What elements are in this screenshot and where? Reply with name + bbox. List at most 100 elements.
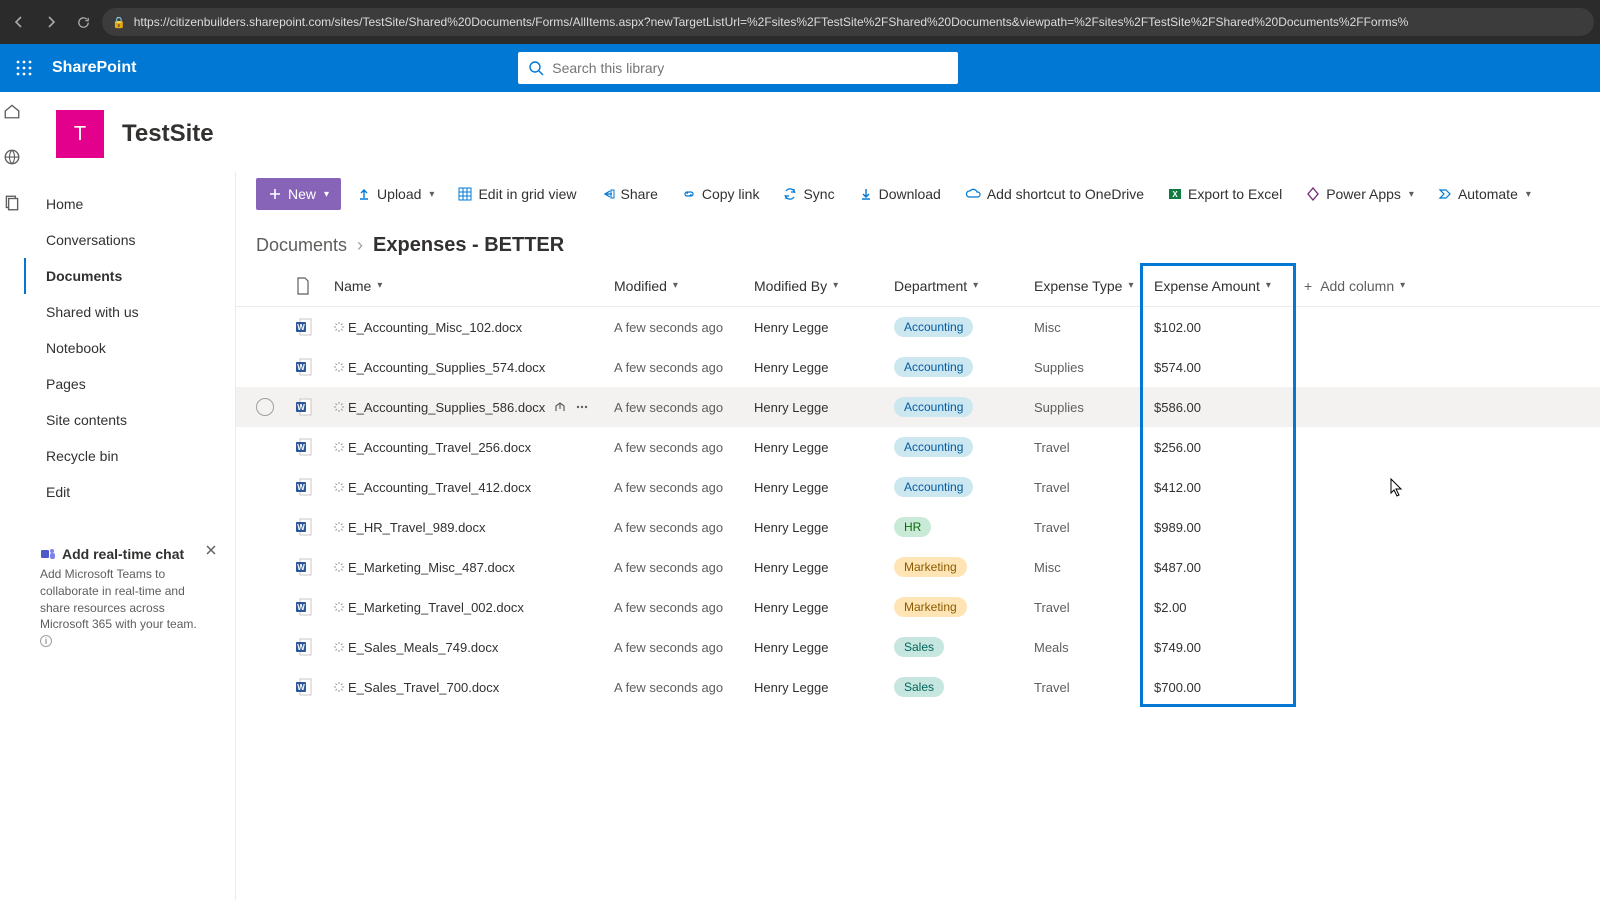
- site-name[interactable]: TestSite: [122, 120, 214, 148]
- table-row[interactable]: WE_HR_Travel_989.docxA few seconds agoHe…: [236, 507, 1600, 547]
- power-apps-button[interactable]: Power Apps ▾: [1298, 178, 1422, 210]
- download-button[interactable]: Download: [851, 178, 949, 210]
- cell-department: Accounting: [894, 357, 1034, 377]
- cell-modified-by[interactable]: Henry Legge: [754, 440, 894, 455]
- copy-link-button[interactable]: Copy link: [674, 178, 768, 210]
- file-name[interactable]: E_Accounting_Travel_412.docx: [348, 480, 531, 495]
- table-header: Name▾ Modified▾ Modified By▾ Department▾…: [236, 265, 1600, 307]
- chevron-down-icon: ▾: [377, 280, 382, 291]
- cell-department: Sales: [894, 637, 1034, 657]
- file-name[interactable]: E_Marketing_Travel_002.docx: [348, 600, 524, 615]
- nav-item-pages[interactable]: Pages: [24, 366, 235, 402]
- table-row[interactable]: WE_Sales_Meals_749.docxA few seconds ago…: [236, 627, 1600, 667]
- cell-modified: A few seconds ago: [614, 680, 754, 695]
- table-row[interactable]: WE_Accounting_Travel_256.docxA few secon…: [236, 427, 1600, 467]
- app-launcher-button[interactable]: [0, 44, 48, 92]
- file-name[interactable]: E_Accounting_Supplies_574.docx: [348, 360, 545, 375]
- edit-grid-button[interactable]: Edit in grid view: [450, 178, 584, 210]
- nav-item-conversations[interactable]: Conversations: [24, 222, 235, 258]
- column-expense-amount[interactable]: Expense Amount▾: [1154, 278, 1304, 294]
- new-button[interactable]: New ▾: [256, 178, 341, 210]
- cell-modified: A few seconds ago: [614, 360, 754, 375]
- chevron-down-icon: ▾: [1409, 189, 1414, 200]
- breadcrumb-root[interactable]: Documents: [256, 235, 347, 256]
- cell-modified-by[interactable]: Henry Legge: [754, 480, 894, 495]
- cell-expense-type: Supplies: [1034, 360, 1154, 375]
- browser-toolbar: 🔒 https://citizenbuilders.sharepoint.com…: [0, 0, 1600, 44]
- cell-expense-amount: $700.00: [1154, 680, 1304, 695]
- automate-button[interactable]: Automate ▾: [1430, 178, 1539, 210]
- search-box[interactable]: [518, 52, 958, 84]
- nav-item-shared-with-us[interactable]: Shared with us: [24, 294, 235, 330]
- browser-back-button[interactable]: [6, 9, 32, 35]
- link-icon: [682, 187, 696, 201]
- table-row[interactable]: WE_Accounting_Supplies_586.docxA few sec…: [236, 387, 1600, 427]
- file-name[interactable]: E_Accounting_Misc_102.docx: [348, 320, 522, 335]
- file-name[interactable]: E_Sales_Travel_700.docx: [348, 680, 499, 695]
- table-row[interactable]: W E_Sales_Travel_700.docx A few seconds ag…: [236, 667, 1600, 707]
- svg-text:W: W: [297, 563, 305, 572]
- table-row[interactable]: WE_Marketing_Misc_487.docxA few seconds …: [236, 547, 1600, 587]
- nav-item-recycle-bin[interactable]: Recycle bin: [24, 438, 235, 474]
- info-icon[interactable]: i: [40, 635, 52, 647]
- nav-item-documents[interactable]: Documents: [24, 258, 235, 294]
- close-icon[interactable]: [201, 540, 221, 560]
- cell-modified-by[interactable]: Henry Legge: [754, 680, 894, 695]
- column-expense-type[interactable]: Expense Type▾: [1034, 278, 1154, 294]
- column-modified[interactable]: Modified▾: [614, 278, 754, 294]
- export-excel-button[interactable]: X Export to Excel: [1160, 178, 1290, 210]
- column-name[interactable]: Name▾: [334, 278, 614, 294]
- add-column-button[interactable]: +Add column▾: [1304, 278, 1424, 294]
- browser-forward-button[interactable]: [38, 9, 64, 35]
- file-name[interactable]: E_Marketing_Misc_487.docx: [348, 560, 515, 575]
- globe-icon[interactable]: [3, 148, 21, 166]
- global-rail: [0, 92, 24, 900]
- cell-modified-by[interactable]: Henry Legge: [754, 560, 894, 575]
- table-row[interactable]: WE_Accounting_Supplies_574.docxA few sec…: [236, 347, 1600, 387]
- nav-item-edit[interactable]: Edit: [24, 474, 235, 510]
- cell-modified-by[interactable]: Henry Legge: [754, 320, 894, 335]
- column-modified-by[interactable]: Modified By▾: [754, 278, 894, 294]
- search-input[interactable]: [552, 60, 948, 76]
- table-row[interactable]: WE_Marketing_Travel_002.docxA few second…: [236, 587, 1600, 627]
- cell-modified: A few seconds ago: [614, 480, 754, 495]
- cell-modified-by[interactable]: Henry Legge: [754, 520, 894, 535]
- file-type-icon: W: [296, 598, 334, 616]
- browser-reload-button[interactable]: [70, 9, 96, 35]
- cell-modified-by[interactable]: Henry Legge: [754, 400, 894, 415]
- column-department[interactable]: Department▾: [894, 278, 1034, 294]
- cell-expense-type: Travel: [1034, 600, 1154, 615]
- suite-product-name[interactable]: SharePoint: [48, 59, 136, 77]
- nav-item-site-contents[interactable]: Site contents: [24, 402, 235, 438]
- cell-modified-by[interactable]: Henry Legge: [754, 360, 894, 375]
- file-name[interactable]: E_Sales_Meals_749.docx: [348, 640, 498, 655]
- sync-button[interactable]: Sync: [775, 178, 842, 210]
- home-icon[interactable]: [3, 102, 21, 120]
- cell-expense-amount: $574.00: [1154, 360, 1304, 375]
- table-row[interactable]: WE_Accounting_Misc_102.docxA few seconds…: [236, 307, 1600, 347]
- file-type-icon: W: [296, 518, 334, 536]
- cell-modified-by[interactable]: Henry Legge: [754, 640, 894, 655]
- share-button[interactable]: Share: [593, 178, 666, 210]
- cell-department: Accounting: [894, 437, 1034, 457]
- browser-url-bar[interactable]: 🔒 https://citizenbuilders.sharepoint.com…: [102, 8, 1594, 36]
- chevron-down-icon: ▾: [973, 280, 978, 291]
- row-select[interactable]: [256, 398, 274, 416]
- column-type[interactable]: [296, 277, 334, 295]
- nav-item-notebook[interactable]: Notebook: [24, 330, 235, 366]
- file-name[interactable]: E_HR_Travel_989.docx: [348, 520, 486, 535]
- file-type-icon: W: [296, 558, 334, 576]
- files-icon[interactable]: [3, 194, 21, 212]
- nav-item-home[interactable]: Home: [24, 186, 235, 222]
- add-shortcut-button[interactable]: Add shortcut to OneDrive: [957, 178, 1152, 210]
- share-icon[interactable]: [553, 400, 567, 414]
- file-name[interactable]: E_Accounting_Supplies_586.docx: [348, 400, 545, 415]
- site-logo[interactable]: T: [56, 110, 104, 158]
- file-type-icon: W: [296, 678, 334, 696]
- more-icon[interactable]: [575, 400, 589, 414]
- file-name[interactable]: E_Accounting_Travel_256.docx: [348, 440, 531, 455]
- upload-button[interactable]: Upload ▾: [349, 178, 442, 210]
- cell-expense-amount: $989.00: [1154, 520, 1304, 535]
- table-row[interactable]: WE_Accounting_Travel_412.docxA few secon…: [236, 467, 1600, 507]
- cell-modified-by[interactable]: Henry Legge: [754, 600, 894, 615]
